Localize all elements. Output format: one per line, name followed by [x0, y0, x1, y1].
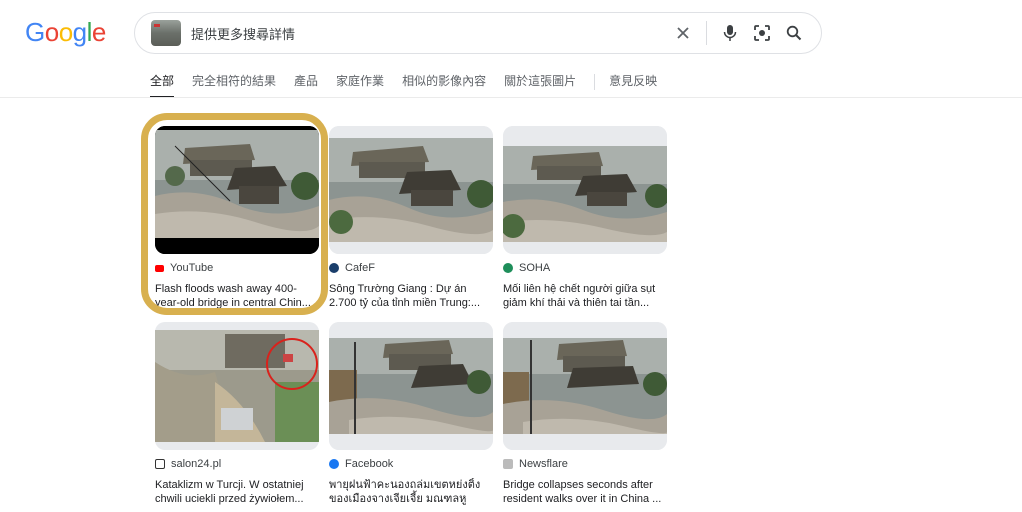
tab-about-image[interactable]: 關於這張圖片: [504, 72, 576, 98]
tab-products[interactable]: 產品: [294, 72, 318, 98]
result-source-name: CafeF: [345, 262, 375, 274]
result-image[interactable]: [503, 322, 667, 450]
logo-letter: o: [44, 17, 59, 47]
newsflare-icon: [503, 459, 513, 469]
clear-icon[interactable]: [668, 18, 698, 48]
header-divider: [0, 97, 1022, 98]
highlight-outline: [141, 113, 328, 315]
result-card[interactable]: Facebook พายุฝนฟ้าคะนองถล่มเขตหย่งติ้ง ข…: [329, 322, 495, 506]
search-icon[interactable]: [779, 18, 809, 48]
search-query-text[interactable]: 提供更多搜尋詳情: [191, 24, 668, 43]
search-tabs: 全部 完全相符的結果 產品 家庭作業 相似的影像內容 關於這張圖片 意見反映: [150, 72, 675, 98]
result-image[interactable]: [329, 322, 493, 450]
result-image[interactable]: [329, 126, 493, 254]
salon24-icon: [155, 459, 165, 469]
query-image-thumbnail[interactable]: [151, 20, 181, 46]
logo-letter: e: [91, 17, 106, 47]
microphone-icon[interactable]: [715, 18, 745, 48]
facebook-icon: [329, 459, 339, 469]
result-card[interactable]: Newsflare Bridge collapses seconds after…: [503, 322, 669, 506]
result-title[interactable]: Mối liên hệ chết người giữa sụt giảm khí…: [503, 282, 663, 310]
logo-letter: o: [58, 17, 73, 47]
search-divider: [706, 21, 707, 45]
result-image[interactable]: [155, 322, 319, 450]
result-card[interactable]: SOHA Mối liên hệ chết người giữa sụt giả…: [503, 126, 669, 310]
cafef-icon: [329, 263, 339, 273]
logo-letter: G: [25, 17, 45, 47]
result-source-name: Facebook: [345, 458, 394, 470]
result-title[interactable]: Kataklizm w Turcji. W ostatniej chwili u…: [155, 478, 315, 506]
result-source-name: Newsflare: [519, 458, 568, 470]
search-box[interactable]: 提供更多搜尋詳情: [134, 12, 822, 54]
logo-letter: g: [72, 17, 87, 47]
result-title[interactable]: Sông Trường Giang : Dự án 2.700 tỷ của t…: [329, 282, 489, 310]
result-source[interactable]: SOHA: [503, 262, 669, 274]
result-source-name: salon24.pl: [171, 458, 222, 470]
soha-icon: [503, 263, 513, 273]
result-image[interactable]: [503, 126, 667, 254]
result-source[interactable]: CafeF: [329, 262, 495, 274]
tab-divider: [594, 74, 596, 90]
result-card[interactable]: salon24.pl Kataklizm w Turcji. W ostatni…: [155, 322, 321, 506]
tab-all[interactable]: 全部: [150, 72, 175, 98]
result-source[interactable]: Newsflare: [503, 458, 669, 470]
google-logo[interactable]: Google: [25, 17, 106, 48]
tab-exact-matches[interactable]: 完全相符的結果: [192, 72, 276, 98]
result-title[interactable]: Bridge collapses seconds after resident …: [503, 478, 663, 506]
lens-camera-icon[interactable]: [747, 18, 777, 48]
tab-visual-matches[interactable]: 相似的影像內容: [402, 72, 486, 98]
tab-feedback[interactable]: 意見反映: [609, 72, 657, 98]
tab-homework[interactable]: 家庭作業: [336, 72, 384, 98]
result-title[interactable]: พายุฝนฟ้าคะนองถล่มเขตหย่งติ้ง ของเมืองจา…: [329, 478, 489, 506]
result-source[interactable]: Facebook: [329, 458, 495, 470]
result-source-name: SOHA: [519, 262, 551, 274]
result-card[interactable]: CafeF Sông Trường Giang : Dự án 2.700 tỷ…: [329, 126, 495, 310]
result-source[interactable]: salon24.pl: [155, 458, 321, 470]
